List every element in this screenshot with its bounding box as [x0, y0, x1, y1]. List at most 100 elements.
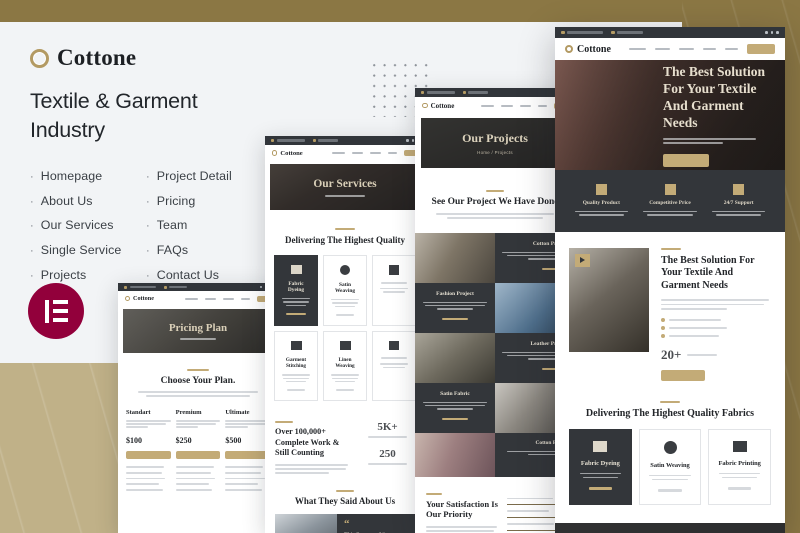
- price-tag-icon: [664, 184, 676, 195]
- section-heading: See Our Project We Have Done: [415, 168, 575, 219]
- list-item[interactable]: · Contact Us: [146, 263, 266, 288]
- stat-value: 250: [379, 447, 396, 460]
- closing-section: Your Satisfaction Is Our Priority: [415, 477, 575, 533]
- project-card[interactable]: Fashion Project: [415, 282, 495, 333]
- stats-band: 5K+ 250 Over 1300+ Complete Work & Still…: [555, 522, 785, 533]
- read-more-button[interactable]: [663, 154, 709, 168]
- nav-link-homepage[interactable]: [629, 47, 646, 51]
- list-item-label: Team: [156, 218, 188, 233]
- mockup-projects[interactable]: Cottone Our Projects Home / Projects See…: [415, 88, 575, 533]
- list-item[interactable]: · Project Detail: [146, 164, 266, 189]
- list-item-label: Single Service: [40, 242, 122, 257]
- hero-title: Our Projects: [462, 131, 528, 145]
- nav-links[interactable]: [629, 44, 775, 54]
- service-card[interactable]: Fabric Dyeing: [569, 428, 632, 505]
- list-item[interactable]: · FAQs: [146, 238, 266, 263]
- site-nav[interactable]: Cottone: [555, 38, 785, 60]
- feature-item: 24/7 Support: [704, 184, 773, 216]
- project-photo[interactable]: [415, 332, 495, 383]
- list-item-label: Our Services: [40, 218, 114, 233]
- feature-item: Quality Product: [567, 184, 636, 216]
- check-icon: [661, 317, 665, 322]
- textile-icon: [389, 341, 399, 351]
- project-card[interactable]: Satin Fabric: [415, 382, 495, 433]
- spool-icon: [340, 265, 350, 275]
- support-icon: [733, 184, 745, 195]
- pricing-plan-card[interactable]: Ultimate $500: [225, 409, 271, 491]
- list-item[interactable]: · About Us: [30, 189, 140, 214]
- service-card-title: Garment Stitching: [285, 357, 307, 370]
- service-card[interactable]: Satin Weaving: [323, 255, 367, 327]
- site-nav[interactable]: Cottone: [118, 291, 278, 306]
- plan-price: $250: [175, 435, 192, 445]
- list-item[interactable]: · Team: [146, 213, 266, 238]
- mockup-pricing[interactable]: Cottone Pricing Plan Choose Your Plan. S…: [118, 283, 278, 533]
- pricing-plan-card[interactable]: Premium $250: [175, 409, 221, 491]
- bullet-icon: ·: [30, 171, 34, 184]
- about-stat: 20+: [661, 347, 771, 363]
- project-photo[interactable]: [415, 432, 495, 477]
- section-title: Delivering The Highest Quality: [284, 235, 406, 245]
- page-list: · Homepage · Project Detail · About Us · Pri…: [30, 164, 290, 287]
- nav-links[interactable]: [332, 150, 418, 156]
- play-button-icon[interactable]: [575, 253, 590, 267]
- service-card[interactable]: Fabric Printing: [708, 428, 772, 505]
- plan-price: $500: [225, 435, 242, 445]
- about-bullet: [661, 333, 771, 338]
- service-card-grid: Fabric Dyeing Satin Weaving Fabric Print…: [555, 419, 785, 505]
- pricing-plan-card[interactable]: Standart $100: [126, 409, 171, 491]
- nav-logo-text: Cottone: [430, 101, 455, 110]
- browser-topbar: [415, 88, 575, 97]
- list-item-label: Project Detail: [156, 169, 232, 184]
- order-now-button[interactable]: [126, 450, 171, 459]
- background-top-band: [0, 0, 800, 22]
- section-title: See Our Project We Have Done: [431, 197, 559, 207]
- project-photo[interactable]: [415, 232, 495, 283]
- page-title: Textile & Garment Industry: [30, 89, 198, 142]
- textile-icon: [339, 341, 351, 351]
- testimonial-card: “ This Company Was Improved With Us The …: [337, 513, 415, 533]
- pricing-table: Standart $100 Premium $250 Ultimate $500: [118, 397, 278, 491]
- service-card[interactable]: Satin Weaving: [638, 428, 702, 505]
- nav-links[interactable]: [185, 295, 271, 302]
- quote-mark-icon: “: [344, 517, 350, 530]
- spool-icon: [663, 440, 677, 454]
- list-item[interactable]: · Our Services: [30, 213, 140, 238]
- nav-link-pages[interactable]: [703, 47, 716, 51]
- elementor-logo-icon: [28, 283, 84, 339]
- service-card-title: Satin Weaving: [650, 461, 690, 469]
- service-card[interactable]: [372, 331, 416, 402]
- hero-title: Our Services: [313, 177, 377, 190]
- project-grid: Cotton Project Fashion Project Leather P…: [415, 232, 575, 477]
- service-card[interactable]: [372, 255, 416, 327]
- mockup-homepage[interactable]: Cottone The Best Solution For Your Texti…: [555, 27, 785, 533]
- order-now-button[interactable]: [175, 450, 221, 459]
- bullet-icon: ·: [30, 244, 34, 257]
- bullet-icon: ·: [30, 195, 34, 208]
- service-card[interactable]: Linen Weaving: [323, 331, 367, 402]
- read-more-button[interactable]: [661, 369, 705, 381]
- service-card[interactable]: Garment Stitching: [274, 331, 318, 402]
- list-item-label: Homepage: [40, 169, 103, 184]
- stat-value: 20+: [661, 346, 682, 362]
- list-item-label: About Us: [40, 193, 93, 208]
- site-nav[interactable]: Cottone: [415, 97, 575, 114]
- hero-banner: Pricing Plan: [123, 309, 273, 353]
- section-title: Choose Your Plan.: [160, 376, 236, 386]
- order-now-button[interactable]: [225, 450, 271, 459]
- nav-link-project[interactable]: [679, 47, 694, 51]
- brand: Cottone: [30, 45, 290, 71]
- bullet-icon: ·: [146, 195, 150, 208]
- check-icon: [661, 325, 665, 330]
- nav-link-about[interactable]: [655, 47, 670, 51]
- cotton-flower-icon: [422, 102, 428, 109]
- cotton-flower-icon: [30, 48, 49, 68]
- feature-title: Competitive Price: [649, 200, 691, 206]
- list-item[interactable]: · Homepage: [30, 164, 140, 189]
- contact-us-button[interactable]: [747, 44, 775, 54]
- project-title: Fashion Project: [436, 290, 474, 297]
- list-item[interactable]: · Pricing: [146, 189, 266, 214]
- nav-link-contact[interactable]: [725, 47, 738, 51]
- about-bullet: [661, 325, 771, 330]
- list-item[interactable]: · Single Service: [30, 238, 140, 263]
